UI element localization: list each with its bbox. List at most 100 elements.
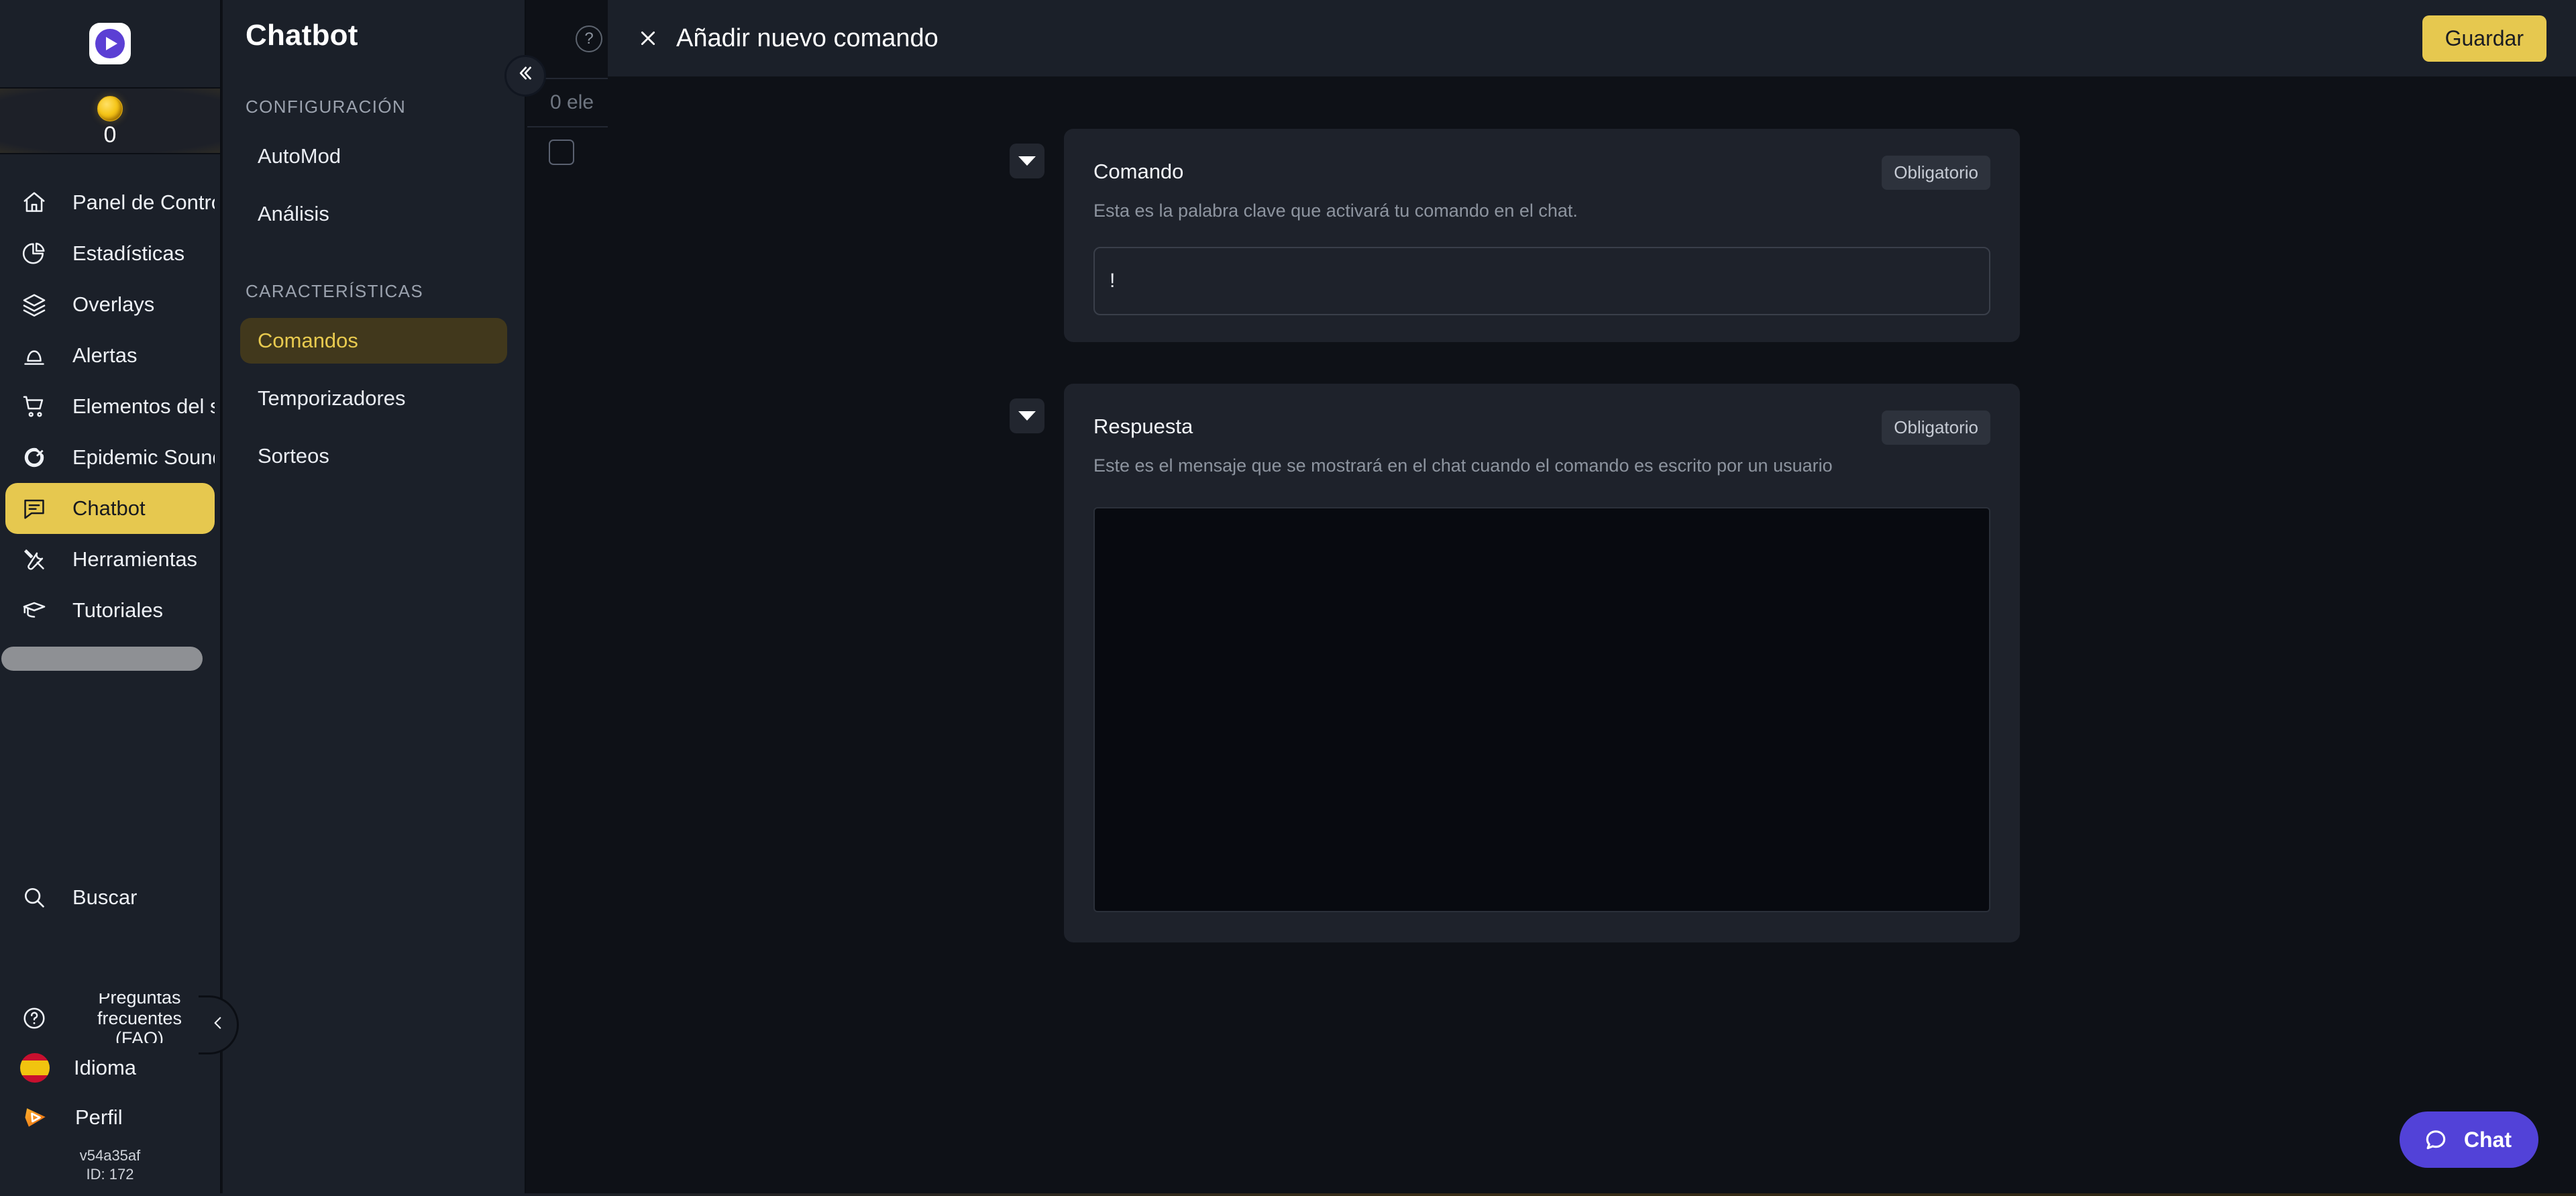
- rail-bottom-section: Preguntas frecuentes (FAQ) Idioma Per: [0, 993, 220, 1196]
- sidebar-item-herramientas[interactable]: Herramientas: [5, 534, 215, 585]
- home-icon: [20, 188, 48, 217]
- sidebar-item-label: Tutoriales: [72, 598, 163, 622]
- graduation-cap-icon: [20, 596, 48, 624]
- subpanel-item-sorteos[interactable]: Sorteos: [240, 433, 507, 479]
- faq-line-3: (FAQ): [72, 1028, 207, 1043]
- double-chevron-left-icon: [515, 63, 535, 89]
- sidebar-item-label: Epidemic Sound: [72, 445, 215, 470]
- sidebar-item-label: Herramientas: [72, 547, 197, 572]
- shopping-cart-icon: [20, 392, 48, 421]
- sidebar-item-label: Estadísticas: [72, 241, 184, 266]
- pie-chart-icon: [20, 239, 48, 268]
- app-logo[interactable]: [0, 0, 220, 87]
- subpanel-section-caracteristicas-label: CARACTERÍSTICAS: [223, 237, 525, 302]
- select-all-checkbox[interactable]: [549, 140, 574, 165]
- caret-down-icon[interactable]: [1010, 144, 1044, 178]
- field-description: Este es el mensaje que se mostrará en el…: [1093, 455, 1990, 476]
- sidebar-item-label: Idioma: [74, 1056, 136, 1080]
- commands-table-header-row: [527, 127, 608, 177]
- rail-gap: [0, 671, 220, 872]
- page-title: Añadir nuevo comando: [676, 24, 2422, 53]
- layers-icon: [20, 290, 48, 319]
- spain-flag-icon: [20, 1053, 50, 1083]
- play-logo-icon: [89, 23, 131, 64]
- sidebar-item-elementos-del-stream[interactable]: Elementos del strea: [5, 381, 215, 432]
- coin-balance-value: 0: [104, 123, 117, 146]
- subpanel-item-analisis[interactable]: Análisis: [240, 191, 507, 237]
- sidebar-item-idioma[interactable]: Idioma: [5, 1043, 215, 1093]
- faq-line-1: Preguntas: [72, 993, 207, 1008]
- chat-box-icon: [20, 494, 48, 523]
- search-icon: [20, 883, 48, 912]
- rail-spacer: [0, 923, 220, 993]
- chat-support-button[interactable]: Chat: [2400, 1111, 2538, 1168]
- add-command-modal: Añadir nuevo comando Guardar Comando Obl…: [608, 0, 2576, 1196]
- field-respuesta: Respuesta Obligatorio Este es el mensaje…: [1064, 384, 2020, 942]
- field-description: Esta es la palabra clave que activará tu…: [1093, 201, 1990, 221]
- field-card: Comando Obligatorio Esta es la palabra c…: [1064, 129, 2020, 342]
- subpanel-section-configuracion-label: CONFIGURACIÓN: [223, 52, 525, 117]
- field-title: Respuesta: [1093, 411, 1193, 439]
- epidemic-sound-icon: [20, 443, 48, 472]
- subpanel-item-temporizadores[interactable]: Temporizadores: [240, 376, 507, 421]
- field-header: Comando Obligatorio: [1093, 156, 1990, 190]
- faq-line-2: frecuentes: [72, 1008, 207, 1028]
- field-title: Comando: [1093, 156, 1183, 184]
- chat-bubble-icon: [2421, 1125, 2451, 1154]
- sidebar-item-alertas[interactable]: Alertas: [5, 330, 215, 381]
- sidebar-item-panel-de-control[interactable]: Panel de Control: [5, 177, 215, 228]
- sidebar-item-label: Elementos del strea: [72, 394, 215, 419]
- command-response-textarea[interactable]: [1093, 507, 1990, 912]
- sidebar-item-label: Panel de Control: [72, 191, 215, 215]
- sidebar-item-tutoriales[interactable]: Tutoriales: [5, 585, 215, 636]
- modal-body: Comando Obligatorio Esta es la palabra c…: [608, 76, 2576, 1196]
- loading-skeleton-pill: [1, 647, 203, 671]
- sidebar-item-label: Overlays: [72, 292, 154, 317]
- primary-sidebar: 0 Panel de Control Estadísticas Overlays: [0, 0, 221, 1196]
- command-form: Comando Obligatorio Esta es la palabra c…: [1064, 129, 2020, 984]
- question-circle-icon: [20, 1004, 48, 1032]
- coin-balance-banner[interactable]: 0: [0, 87, 220, 154]
- sidebar-item-estadisticas[interactable]: Estadísticas: [5, 228, 215, 279]
- command-keyword-input[interactable]: [1093, 247, 1990, 315]
- alert-light-icon: [20, 341, 48, 370]
- tools-icon: [20, 545, 48, 574]
- sidebar-item-label: Perfil: [75, 1105, 123, 1130]
- coin-icon: [97, 96, 123, 121]
- version-info: v54a35af ID: 172: [0, 1142, 220, 1184]
- commands-list-underlay: ? 0 ele: [527, 0, 608, 1196]
- sidebar-item-label: Alertas: [72, 343, 137, 368]
- field-comando: Comando Obligatorio Esta es la palabra c…: [1064, 129, 2020, 342]
- sidebar-item-label: Chatbot: [72, 496, 146, 521]
- sidebar-item-label: Buscar: [72, 885, 137, 910]
- close-x-icon[interactable]: [632, 22, 664, 54]
- caret-down-icon[interactable]: [1010, 398, 1044, 433]
- app-version: v54a35af: [0, 1146, 220, 1165]
- chat-support-label: Chat: [2464, 1128, 2512, 1152]
- sidebar-item-overlays[interactable]: Overlays: [5, 279, 215, 330]
- subpanel-item-automod[interactable]: AutoMod: [240, 133, 507, 179]
- faq-label: Preguntas frecuentes (FAQ): [72, 993, 207, 1043]
- chatbot-subpanel: Chatbot CONFIGURACIÓN AutoMod Análisis C…: [223, 0, 526, 1196]
- subpanel-item-comandos[interactable]: Comandos: [240, 318, 507, 364]
- modal-header: Añadir nuevo comando Guardar: [608, 0, 2576, 76]
- question-circle-icon: ?: [576, 25, 602, 52]
- sidebar-item-buscar[interactable]: Buscar: [5, 872, 215, 923]
- user-id: ID: 172: [0, 1165, 220, 1184]
- field-card: Respuesta Obligatorio Este es el mensaje…: [1064, 384, 2020, 942]
- bottom-edge-strip: [0, 1193, 2576, 1196]
- chevron-left-icon: [209, 1014, 227, 1036]
- save-button[interactable]: Guardar: [2422, 15, 2546, 62]
- sidebar-item-perfil[interactable]: Perfil: [5, 1093, 215, 1142]
- sidebar-item-chatbot[interactable]: Chatbot: [5, 483, 215, 534]
- profile-play-icon: [20, 1102, 51, 1133]
- status-badge: Obligatorio: [1882, 156, 1990, 190]
- status-badge: Obligatorio: [1882, 411, 1990, 445]
- sidebar-item-faq[interactable]: Preguntas frecuentes (FAQ): [5, 993, 215, 1043]
- subpanel-collapse-button[interactable]: [504, 55, 546, 97]
- subpanel-title: Chatbot: [223, 0, 525, 52]
- field-header: Respuesta Obligatorio: [1093, 411, 1990, 445]
- app-root: 0 Panel de Control Estadísticas Overlays: [0, 0, 2576, 1196]
- primary-nav-list: Panel de Control Estadísticas Overlays A…: [0, 154, 220, 923]
- sidebar-item-epidemic-sound[interactable]: Epidemic Sound: [5, 432, 215, 483]
